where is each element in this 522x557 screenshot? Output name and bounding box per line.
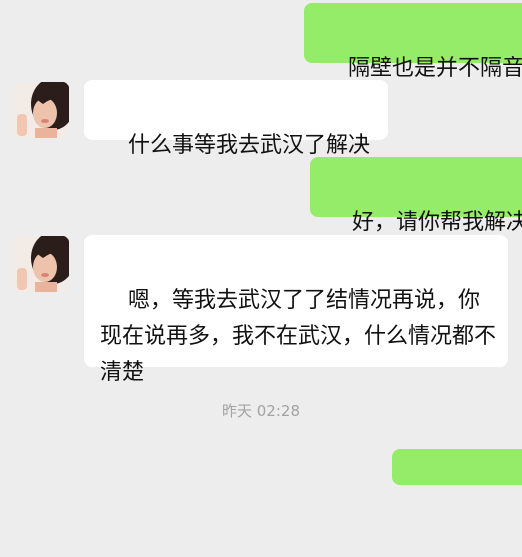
outgoing-message-bubble[interactable]: 好，请你帮我解决 (310, 157, 522, 235)
contact-avatar[interactable] (13, 236, 69, 292)
message-text: 什么事等我去武汉了解决 (127, 133, 370, 158)
message-text: 隔壁也是并不隔音 (347, 56, 522, 81)
message-timestamp: 昨天 02:28 (222, 402, 300, 420)
message-text: 好，请你帮我解决 (351, 210, 522, 235)
outgoing-message-bubble[interactable]: 隔壁也是并不隔音 (304, 3, 522, 81)
chat-window: 隔壁也是并不隔音 什么事等我去武汉了解决 好，请你帮我解决 嗯，等我去武汉了了结… (0, 0, 522, 485)
contact-avatar-image (13, 236, 69, 292)
incoming-message-bubble[interactable]: 什么事等我去武汉了解决 (84, 80, 388, 158)
outgoing-message-bubble[interactable] (392, 449, 522, 485)
incoming-message-bubble[interactable]: 嗯，等我去武汉了了结情况再说，你现在说再多，我不在武汉，什么情况都不清楚 (84, 235, 508, 385)
message-text: 嗯，等我去武汉了了结情况再说，你现在说再多，我不在武汉，什么情况都不清楚 (100, 288, 497, 385)
contact-avatar[interactable] (13, 82, 69, 138)
contact-avatar-image (13, 82, 69, 138)
